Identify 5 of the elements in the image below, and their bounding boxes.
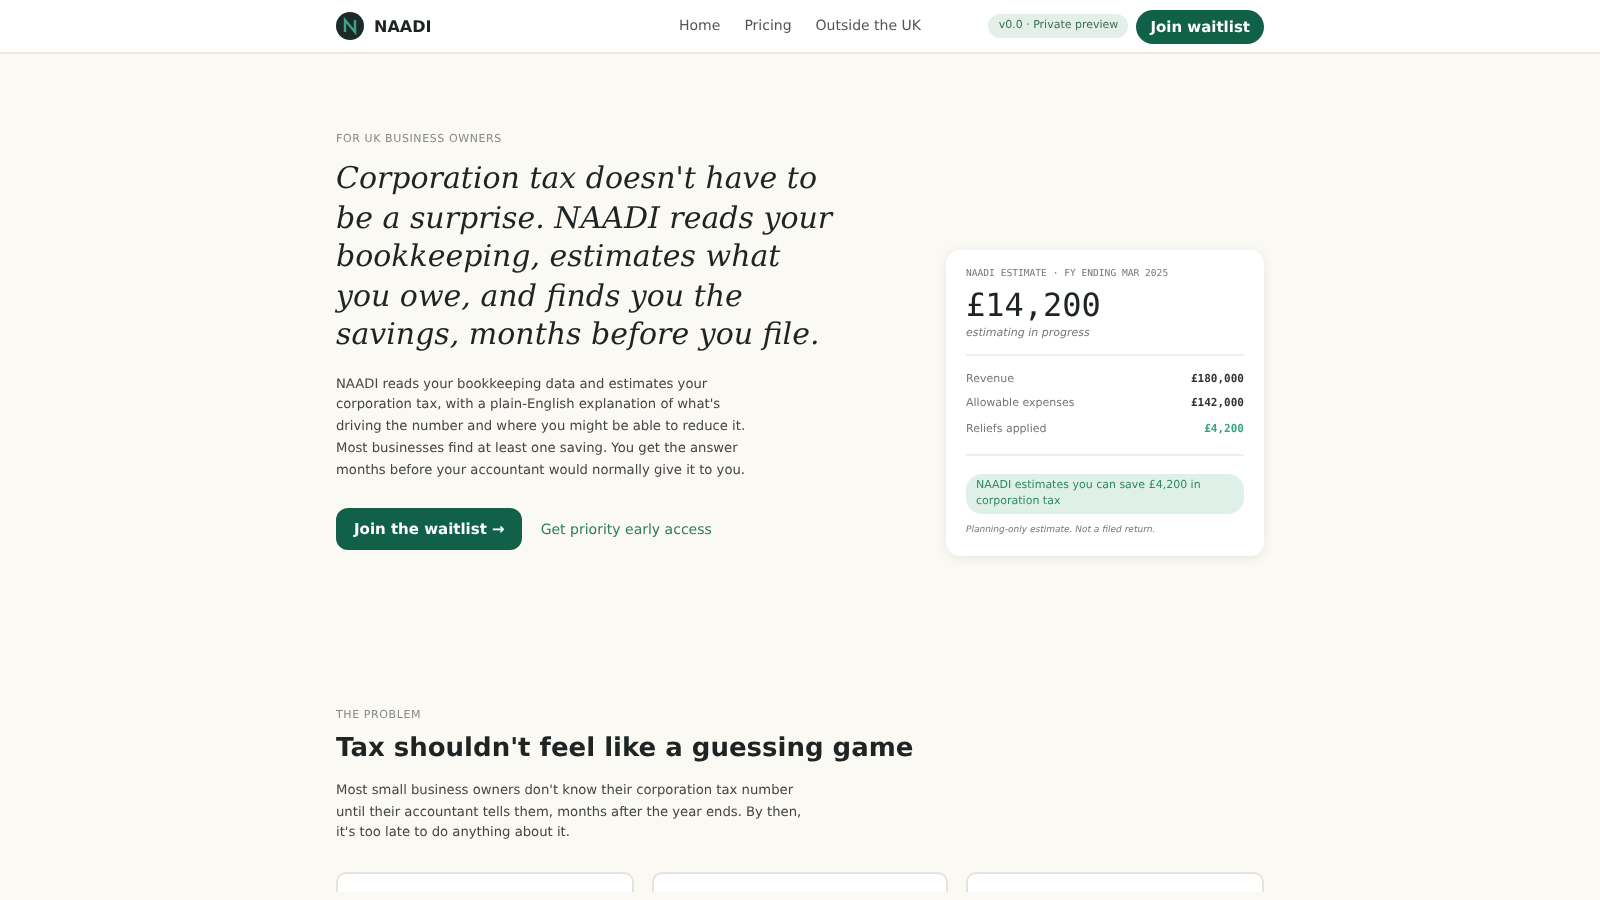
logo-link[interactable]: NAADI bbox=[374, 17, 432, 35]
hero-heading: Corporation tax doesn't have to be a surprise. NAADI reads your bookkeeping, estimates what you owe, and finds you the savings, months before you file. bbox=[336, 160, 836, 355]
logo-icon bbox=[336, 12, 364, 40]
estimate-amount: £14,200 bbox=[966, 286, 1103, 324]
section-heading: Tax shouldn't feel like a guessing game bbox=[336, 734, 916, 764]
